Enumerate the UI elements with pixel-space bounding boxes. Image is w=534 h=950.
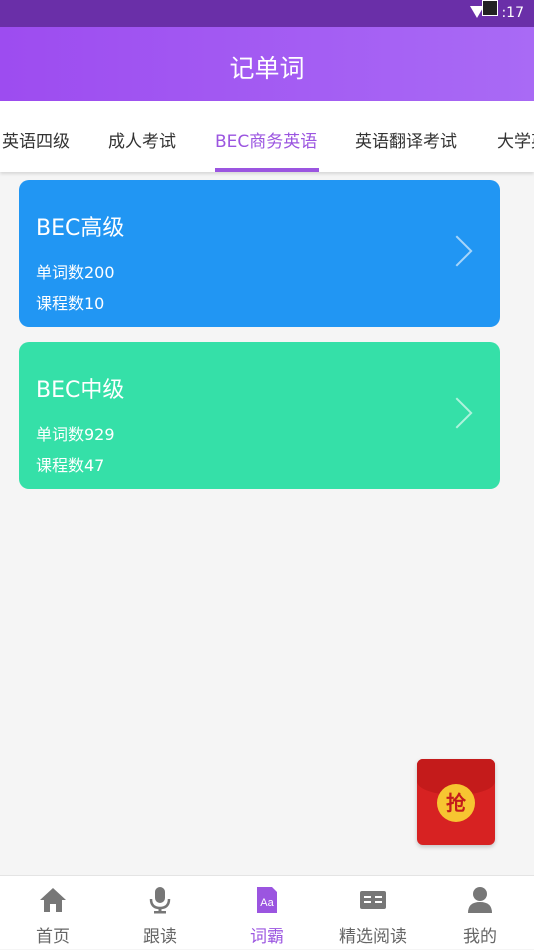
nav-item-profile[interactable]: 我的 <box>427 876 533 950</box>
chevron-right-icon <box>441 235 473 267</box>
nav-item-dictionary[interactable]: Aa 词霸 <box>214 876 320 950</box>
user-icon <box>468 887 492 913</box>
tab-college-english[interactable]: 大学英 <box>497 127 534 152</box>
red-packet-coin: 抢 <box>437 784 475 822</box>
card-title: BEC高级 <box>36 216 125 241</box>
card-course-count: 课程数10 <box>36 294 105 313</box>
nav-label: 跟读 <box>143 927 177 947</box>
nav-label: 词霸 <box>250 927 284 947</box>
tab-indicator <box>215 168 319 172</box>
card-word-count: 单词数200 <box>36 263 115 282</box>
app-bar: 记单词 <box>0 27 534 101</box>
nav-label: 精选阅读 <box>339 927 407 947</box>
card-course-count: 课程数47 <box>36 456 105 475</box>
tab-bec[interactable]: BEC商务英语 <box>215 127 317 152</box>
status-bar: :17 <box>0 0 534 27</box>
nav-item-follow-read[interactable]: 跟读 <box>107 876 213 950</box>
chevron-right-icon <box>441 397 473 429</box>
tab-adult-exam[interactable]: 成人考试 <box>108 127 176 152</box>
screenshot-icon <box>482 0 498 16</box>
category-tabs: 英语四级 成人考试 BEC商务英语 英语翻译考试 大学英 <box>0 101 534 172</box>
tab-translation-exam[interactable]: 英语翻译考试 <box>355 127 457 152</box>
svg-text:Aa: Aa <box>260 897 274 909</box>
status-time: :17 <box>501 5 524 21</box>
nav-item-home[interactable]: 首页 <box>0 876 106 950</box>
dictionary-icon: Aa <box>257 887 277 913</box>
card-word-count: 单词数929 <box>36 425 115 444</box>
nav-label: 首页 <box>36 927 70 947</box>
bottom-nav: 首页 跟读 Aa 词霸 精选阅读 我的 <box>0 875 534 949</box>
card-title: BEC中级 <box>36 378 125 403</box>
microphone-icon <box>149 887 171 914</box>
home-icon <box>40 888 66 912</box>
course-card-bec-advanced[interactable]: BEC高级 单词数200 课程数10 <box>19 180 500 327</box>
book-icon <box>360 891 386 909</box>
page-title: 记单词 <box>229 54 305 83</box>
course-card-bec-intermediate[interactable]: BEC中级 单词数929 课程数47 <box>19 342 500 489</box>
red-packet-button[interactable]: 抢 <box>417 759 495 845</box>
tab-cet4[interactable]: 英语四级 <box>2 127 70 152</box>
nav-label: 我的 <box>463 927 497 947</box>
nav-item-featured-reading[interactable]: 精选阅读 <box>320 876 426 950</box>
